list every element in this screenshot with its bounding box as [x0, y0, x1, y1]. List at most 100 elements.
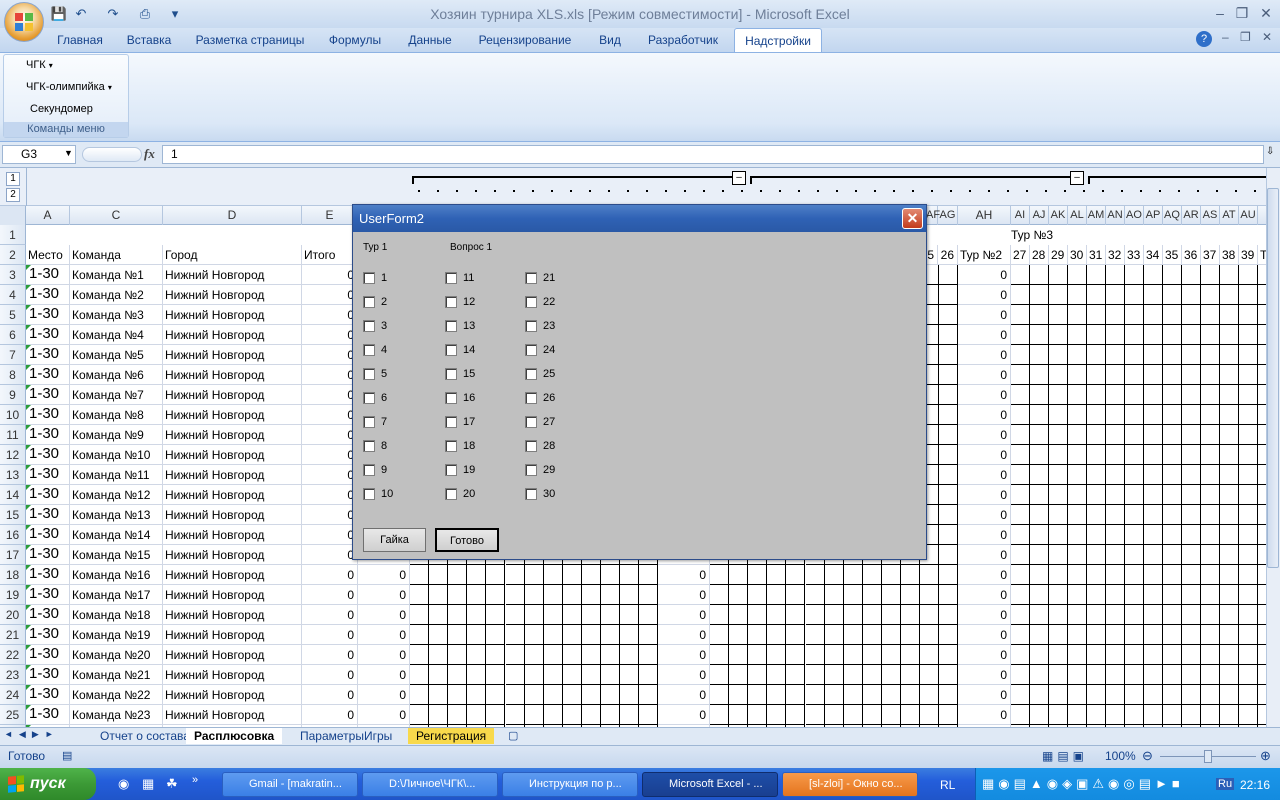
checkbox-box[interactable]	[445, 272, 457, 285]
answer-cell[interactable]	[881, 585, 901, 605]
answer-cell[interactable]	[1201, 645, 1220, 665]
answer-cell[interactable]	[939, 365, 959, 385]
answer-cell[interactable]	[620, 605, 640, 625]
answer-cell[interactable]	[824, 645, 844, 665]
answer-cell[interactable]	[1239, 445, 1258, 465]
answer-cell[interactable]	[1049, 705, 1068, 725]
checkbox-q20[interactable]: 20	[445, 487, 475, 501]
answer-cell[interactable]	[1125, 445, 1144, 465]
answer-cell[interactable]	[1201, 425, 1220, 445]
answer-cell[interactable]	[748, 625, 768, 645]
answer-cell[interactable]	[429, 705, 449, 725]
answer-cell[interactable]	[1163, 265, 1182, 285]
answer-cell[interactable]	[805, 705, 825, 725]
answer-cell[interactable]	[1163, 425, 1182, 445]
cell-total[interactable]: 0	[302, 545, 358, 565]
row-header-6[interactable]: 6	[0, 325, 26, 345]
answer-cell[interactable]	[1144, 385, 1163, 405]
answer-cell[interactable]	[1144, 465, 1163, 485]
answer-cell[interactable]	[1125, 365, 1144, 385]
answer-cell[interactable]	[1182, 445, 1201, 465]
cell-team[interactable]: Команда №7	[70, 385, 163, 405]
answer-cell[interactable]	[1239, 665, 1258, 685]
zoom-slider-thumb[interactable]	[1204, 750, 1212, 763]
answer-cell[interactable]	[601, 685, 620, 705]
answer-cell[interactable]	[1239, 465, 1258, 485]
cell-place[interactable]: 1-30	[26, 605, 70, 625]
col-header-ar[interactable]: AR	[1182, 206, 1201, 225]
answer-cell[interactable]	[467, 685, 487, 705]
answer-cell[interactable]	[486, 685, 506, 705]
answer-cell[interactable]	[1201, 585, 1220, 605]
vertical-scroll-thumb[interactable]	[1267, 188, 1279, 568]
cell-tour2[interactable]: 0	[958, 625, 1011, 645]
answer-cell[interactable]	[1201, 465, 1220, 485]
row-header-12[interactable]: 12	[0, 445, 26, 465]
answer-cell[interactable]	[1201, 605, 1220, 625]
answer-cell[interactable]	[1182, 565, 1201, 585]
cell-team[interactable]: Команда №3	[70, 305, 163, 325]
cell-team[interactable]: Команда №10	[70, 445, 163, 465]
answer-cell[interactable]	[1049, 545, 1068, 565]
formula-expand-icon[interactable]: ⇩	[1266, 146, 1274, 157]
answer-cell[interactable]	[920, 645, 940, 665]
answer-cell[interactable]	[486, 565, 506, 585]
answer-cell[interactable]	[1087, 405, 1106, 425]
answer-cell[interactable]	[1106, 625, 1125, 645]
answer-cell[interactable]	[1030, 285, 1049, 305]
answer-cell[interactable]	[1125, 405, 1144, 425]
checkbox-box[interactable]	[445, 296, 457, 309]
cell-team[interactable]: Команда №23	[70, 705, 163, 725]
answer-cell[interactable]	[901, 625, 920, 645]
answer-cell[interactable]	[1049, 385, 1068, 405]
answer-cell[interactable]	[1239, 625, 1258, 645]
answer-cell[interactable]	[710, 585, 729, 605]
answer-cell[interactable]	[1163, 565, 1182, 585]
answer-cell[interactable]	[620, 585, 640, 605]
answer-cell[interactable]	[1106, 505, 1125, 525]
answer-cell[interactable]	[1239, 425, 1258, 445]
cell-place[interactable]: 1-30	[26, 425, 70, 445]
answer-cell[interactable]	[1106, 685, 1125, 705]
checkbox-box[interactable]	[445, 344, 457, 357]
answer-cell[interactable]	[1239, 265, 1258, 285]
cell-total[interactable]: 0	[302, 565, 358, 585]
answer-cell[interactable]	[1011, 705, 1030, 725]
answer-cell[interactable]	[1144, 545, 1163, 565]
answer-cell[interactable]	[920, 685, 940, 705]
answer-cell[interactable]	[486, 665, 506, 685]
answer-cell[interactable]	[448, 625, 468, 645]
answer-cell[interactable]	[1144, 705, 1163, 725]
workbook-close-icon[interactable]: ✕	[1262, 30, 1272, 44]
col-header-af[interactable]: AF	[926, 206, 940, 225]
answer-cell[interactable]	[639, 645, 659, 665]
cell-city[interactable]: Нижний Новгород	[163, 685, 302, 705]
col-header-ah[interactable]: AH	[958, 206, 1011, 225]
answer-cell[interactable]	[1201, 565, 1220, 585]
answer-cell[interactable]	[1068, 665, 1087, 685]
answer-cell[interactable]	[1125, 305, 1144, 325]
answer-cell[interactable]	[710, 645, 729, 665]
checkbox-box[interactable]	[363, 464, 375, 477]
answer-cell[interactable]	[1030, 625, 1049, 645]
col-header-am[interactable]: AM	[1087, 206, 1106, 225]
answer-cell[interactable]	[1125, 465, 1144, 485]
answer-cell[interactable]	[1125, 705, 1144, 725]
checkbox-box[interactable]	[363, 296, 375, 309]
cell-tour2[interactable]: 0	[958, 445, 1011, 465]
row-header-16[interactable]: 16	[0, 525, 26, 545]
answer-cell[interactable]	[410, 645, 429, 665]
answer-cell[interactable]	[1011, 645, 1030, 665]
answer-cell[interactable]	[1220, 625, 1239, 645]
tray-language-icon[interactable]: Ru	[1216, 778, 1235, 790]
answer-cell[interactable]	[1125, 545, 1144, 565]
answer-cell[interactable]	[1163, 405, 1182, 425]
cell-place[interactable]: 1-30	[26, 505, 70, 525]
answer-cell[interactable]	[843, 645, 863, 665]
answer-cell[interactable]	[1182, 285, 1201, 305]
answer-cell[interactable]	[1106, 665, 1125, 685]
answer-cell[interactable]	[1239, 565, 1258, 585]
cell-city[interactable]: Нижний Новгород	[163, 505, 302, 525]
answer-cell[interactable]	[920, 605, 940, 625]
answer-cell[interactable]	[486, 605, 506, 625]
